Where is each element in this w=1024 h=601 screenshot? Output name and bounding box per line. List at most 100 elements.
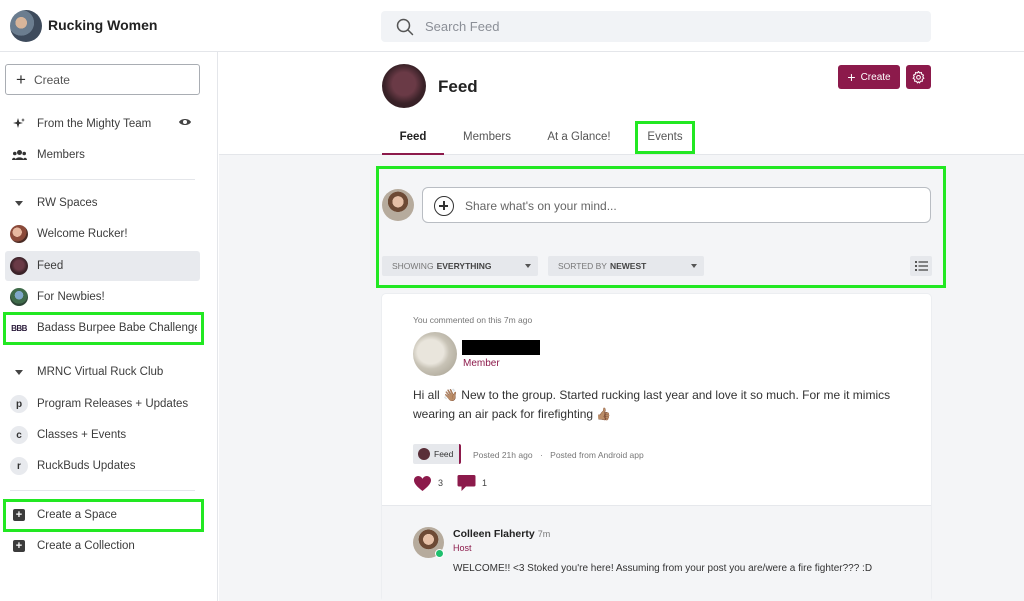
search-bar[interactable] [381,11,931,42]
section-title: RW Spaces [37,197,98,209]
space-avatar [382,64,426,108]
letter-r-icon: r [10,457,28,475]
list-view-button[interactable] [910,256,932,276]
sparkle-icon [10,115,28,133]
sidebar-divider [10,490,195,491]
filter-showing-dropdown[interactable]: SHOWING EVERYTHING [382,256,538,276]
add-circle-icon [434,196,454,216]
post-card: You commented on this 7m ago Member Hi a… [382,294,931,601]
space-avatar-icon [418,448,430,460]
comment-section: Colleen Flaherty 7m Host WELCOME!! <3 Sto… [382,505,931,601]
top-bar: Rucking Women [0,0,1024,52]
space-avatar-icon [10,225,28,243]
caret-down-icon [15,200,23,206]
commenter-name[interactable]: Colleen Flaherty 7m [453,528,550,540]
commenter-role: Host [453,543,472,553]
create-space-button[interactable]: + Create a Space [5,500,200,530]
sidebar-item-feed[interactable]: Feed [5,251,200,281]
eye-icon[interactable] [178,117,192,130]
chevron-down-icon [525,264,531,268]
post-space-tag[interactable]: Feed [413,444,462,464]
plus-square-icon: + [13,509,25,521]
sort-value: NEWEST [609,261,647,271]
filter-prefix: SHOWING [392,261,434,271]
sidebar-item-members[interactable]: Members [5,140,200,170]
share-post-placeholder: Share what's on your mind... [465,199,617,213]
space-avatar-icon [10,288,28,306]
sidebar-divider [10,179,195,180]
sidebar-create-button[interactable]: + Create [5,64,200,95]
space-avatar-icon [10,257,28,275]
comment-time: 7m [537,529,551,539]
sidebar-item-label: For Newbies! [37,291,105,303]
reactions-bar: 3 1 [413,474,501,492]
comment-icon [457,475,476,491]
space-header: Feed + Create Feed Members At a Glance! … [219,52,1024,155]
create-collection-button[interactable]: + Create a Collection [5,531,200,561]
page-title: Feed [438,77,478,96]
sidebar: + Create From the Mighty Team Members RW… [0,52,218,601]
post-body: Hi all 👋🏽 New to the group. Started ruck… [413,388,891,421]
sidebar-item-for-newbies[interactable]: For Newbies! [5,282,200,312]
sidebar-item-label: From the Mighty Team [37,118,152,130]
tab-events[interactable]: Events [638,124,692,155]
posted-source: Posted from Android app [550,450,644,460]
gear-icon [912,70,925,83]
like-count: 3 [438,478,444,488]
plus-icon: + [847,69,856,85]
letter-p-icon: p [10,395,28,413]
sidebar-item-from-the-mighty-team[interactable]: From the Mighty Team [5,109,200,139]
list-icon [914,261,928,271]
bbb-logo-icon: BBB [11,323,27,333]
section-header-mrnc-virtual-ruck-club[interactable]: MRNC Virtual Ruck Club [5,360,200,384]
main-content: Feed + Create Feed Members At a Glance! … [219,52,1024,601]
posted-time: Posted 21h ago [473,450,533,460]
plus-icon: + [16,70,26,89]
space-settings-button[interactable] [906,65,931,89]
sidebar-item-ruckbuds-updates[interactable]: r RuckBuds Updates [5,451,200,481]
search-icon [396,18,414,36]
comment-text: WELCOME!! <3 Stoked you're here! Assumin… [453,563,873,574]
author-avatar[interactable] [413,332,457,376]
activity-note: You commented on this 7m ago [413,315,533,325]
letter-c-icon: c [10,426,28,444]
sidebar-item-label: Create a Space [37,509,117,521]
sidebar-item-program-releases-updates[interactable]: p Program Releases + Updates [5,389,200,419]
sidebar-item-classes-events[interactable]: c Classes + Events [5,420,200,450]
sort-prefix: SORTED BY [558,261,607,271]
sidebar-item-label: Program Releases + Updates [37,398,189,410]
sort-dropdown[interactable]: SORTED BY NEWEST [548,256,704,276]
community-name[interactable]: Rucking Women [48,17,157,33]
create-post-button[interactable]: + Create [838,65,900,89]
comment-button[interactable]: 1 [457,474,487,492]
heart-icon [414,475,431,491]
tab-members[interactable]: Members [455,124,519,155]
sidebar-item-label: Welcome Rucker! [37,228,128,240]
sidebar-item-welcome-rucker[interactable]: Welcome Rucker! [5,219,200,249]
sidebar-item-badass-burpee-babe-challenge[interactable]: BBB Badass Burpee Babe Challenge [5,313,200,343]
sidebar-item-label: Feed [37,260,64,272]
chevron-down-icon [691,264,697,268]
like-button[interactable]: 3 [413,475,443,492]
author-role: Member [463,358,500,369]
create-post-label: Create [860,71,891,83]
share-post-input[interactable]: Share what's on your mind... [422,187,931,223]
sidebar-item-label: Create a Collection [37,540,135,552]
sidebar-item-label: Members [37,149,85,161]
caret-down-icon [15,369,23,375]
user-avatar [382,189,414,221]
tag-label: Feed [434,449,454,459]
people-icon [10,146,28,164]
sidebar-create-label: Create [33,72,70,87]
commenter-name-text: Colleen Flaherty [453,528,535,540]
tab-feed[interactable]: Feed [382,124,444,155]
section-title: MRNC Virtual Ruck Club [37,366,164,378]
sidebar-item-label: Classes + Events [37,429,127,441]
filter-value: EVERYTHING [436,261,492,271]
section-header-rw-spaces[interactable]: RW Spaces [5,191,200,215]
plus-square-icon: + [13,540,25,552]
search-input[interactable] [425,11,905,42]
community-avatar[interactable] [10,10,42,42]
tab-at-a-glance[interactable]: At a Glance! [539,124,619,155]
comment-count: 1 [482,478,488,488]
